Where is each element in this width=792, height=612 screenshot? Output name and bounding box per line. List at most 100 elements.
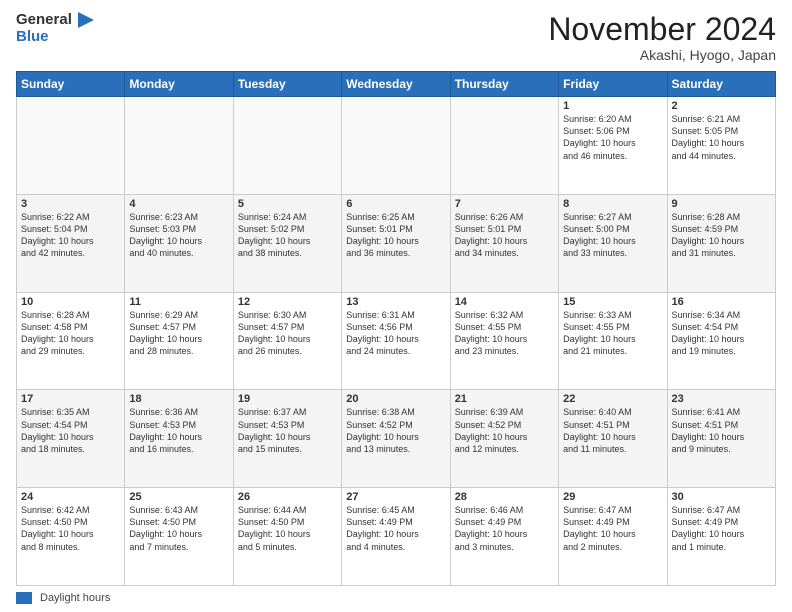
legend-label: Daylight hours bbox=[40, 592, 110, 604]
day-number: 10 bbox=[21, 296, 120, 308]
month-title: November 2024 bbox=[548, 12, 776, 47]
calendar-header-thursday: Thursday bbox=[450, 72, 558, 97]
day-number: 20 bbox=[346, 393, 445, 405]
page: General Blue November 2024 Akashi, Hyogo… bbox=[0, 0, 792, 612]
calendar-table: SundayMondayTuesdayWednesdayThursdayFrid… bbox=[16, 71, 776, 586]
day-number: 5 bbox=[238, 198, 337, 210]
day-info: Sunrise: 6:25 AM Sunset: 5:01 PM Dayligh… bbox=[346, 211, 445, 260]
calendar-cell: 21Sunrise: 6:39 AM Sunset: 4:52 PM Dayli… bbox=[450, 390, 558, 488]
day-number: 28 bbox=[455, 491, 554, 503]
day-number: 27 bbox=[346, 491, 445, 503]
day-info: Sunrise: 6:20 AM Sunset: 5:06 PM Dayligh… bbox=[563, 113, 662, 162]
day-info: Sunrise: 6:22 AM Sunset: 5:04 PM Dayligh… bbox=[21, 211, 120, 260]
day-number: 6 bbox=[346, 198, 445, 210]
calendar-cell bbox=[233, 97, 341, 195]
calendar-cell: 20Sunrise: 6:38 AM Sunset: 4:52 PM Dayli… bbox=[342, 390, 450, 488]
day-info: Sunrise: 6:40 AM Sunset: 4:51 PM Dayligh… bbox=[563, 406, 662, 455]
day-number: 12 bbox=[238, 296, 337, 308]
calendar-cell bbox=[125, 97, 233, 195]
location: Akashi, Hyogo, Japan bbox=[548, 47, 776, 63]
calendar-cell: 6Sunrise: 6:25 AM Sunset: 5:01 PM Daylig… bbox=[342, 194, 450, 292]
day-info: Sunrise: 6:35 AM Sunset: 4:54 PM Dayligh… bbox=[21, 406, 120, 455]
calendar-cell: 11Sunrise: 6:29 AM Sunset: 4:57 PM Dayli… bbox=[125, 292, 233, 390]
day-number: 16 bbox=[672, 296, 771, 308]
day-number: 30 bbox=[672, 491, 771, 503]
calendar-header-row: SundayMondayTuesdayWednesdayThursdayFrid… bbox=[17, 72, 776, 97]
day-info: Sunrise: 6:29 AM Sunset: 4:57 PM Dayligh… bbox=[129, 309, 228, 358]
day-info: Sunrise: 6:43 AM Sunset: 4:50 PM Dayligh… bbox=[129, 504, 228, 553]
calendar-cell bbox=[17, 97, 125, 195]
logo: General Blue bbox=[16, 12, 94, 45]
day-number: 17 bbox=[21, 393, 120, 405]
calendar-cell bbox=[450, 97, 558, 195]
day-info: Sunrise: 6:30 AM Sunset: 4:57 PM Dayligh… bbox=[238, 309, 337, 358]
day-info: Sunrise: 6:27 AM Sunset: 5:00 PM Dayligh… bbox=[563, 211, 662, 260]
day-info: Sunrise: 6:24 AM Sunset: 5:02 PM Dayligh… bbox=[238, 211, 337, 260]
calendar-cell: 26Sunrise: 6:44 AM Sunset: 4:50 PM Dayli… bbox=[233, 488, 341, 586]
calendar-cell: 22Sunrise: 6:40 AM Sunset: 4:51 PM Dayli… bbox=[559, 390, 667, 488]
calendar-cell: 15Sunrise: 6:33 AM Sunset: 4:55 PM Dayli… bbox=[559, 292, 667, 390]
day-number: 29 bbox=[563, 491, 662, 503]
calendar-cell: 12Sunrise: 6:30 AM Sunset: 4:57 PM Dayli… bbox=[233, 292, 341, 390]
day-info: Sunrise: 6:37 AM Sunset: 4:53 PM Dayligh… bbox=[238, 406, 337, 455]
calendar-cell: 29Sunrise: 6:47 AM Sunset: 4:49 PM Dayli… bbox=[559, 488, 667, 586]
day-number: 18 bbox=[129, 393, 228, 405]
day-number: 19 bbox=[238, 393, 337, 405]
day-number: 23 bbox=[672, 393, 771, 405]
calendar-header-monday: Monday bbox=[125, 72, 233, 97]
calendar-cell: 18Sunrise: 6:36 AM Sunset: 4:53 PM Dayli… bbox=[125, 390, 233, 488]
day-info: Sunrise: 6:36 AM Sunset: 4:53 PM Dayligh… bbox=[129, 406, 228, 455]
day-number: 14 bbox=[455, 296, 554, 308]
day-number: 13 bbox=[346, 296, 445, 308]
calendar-header-friday: Friday bbox=[559, 72, 667, 97]
calendar-cell bbox=[342, 97, 450, 195]
day-info: Sunrise: 6:21 AM Sunset: 5:05 PM Dayligh… bbox=[672, 113, 771, 162]
legend-box bbox=[16, 592, 32, 604]
calendar-cell: 24Sunrise: 6:42 AM Sunset: 4:50 PM Dayli… bbox=[17, 488, 125, 586]
day-number: 11 bbox=[129, 296, 228, 308]
calendar-cell: 9Sunrise: 6:28 AM Sunset: 4:59 PM Daylig… bbox=[667, 194, 775, 292]
calendar-cell: 7Sunrise: 6:26 AM Sunset: 5:01 PM Daylig… bbox=[450, 194, 558, 292]
calendar-cell: 10Sunrise: 6:28 AM Sunset: 4:58 PM Dayli… bbox=[17, 292, 125, 390]
calendar-week-row: 3Sunrise: 6:22 AM Sunset: 5:04 PM Daylig… bbox=[17, 194, 776, 292]
day-info: Sunrise: 6:39 AM Sunset: 4:52 PM Dayligh… bbox=[455, 406, 554, 455]
calendar-week-row: 24Sunrise: 6:42 AM Sunset: 4:50 PM Dayli… bbox=[17, 488, 776, 586]
day-info: Sunrise: 6:34 AM Sunset: 4:54 PM Dayligh… bbox=[672, 309, 771, 358]
calendar-cell: 17Sunrise: 6:35 AM Sunset: 4:54 PM Dayli… bbox=[17, 390, 125, 488]
calendar-header-saturday: Saturday bbox=[667, 72, 775, 97]
calendar-cell: 30Sunrise: 6:47 AM Sunset: 4:49 PM Dayli… bbox=[667, 488, 775, 586]
calendar-week-row: 10Sunrise: 6:28 AM Sunset: 4:58 PM Dayli… bbox=[17, 292, 776, 390]
calendar-week-row: 17Sunrise: 6:35 AM Sunset: 4:54 PM Dayli… bbox=[17, 390, 776, 488]
footer: Daylight hours bbox=[16, 592, 776, 604]
day-info: Sunrise: 6:32 AM Sunset: 4:55 PM Dayligh… bbox=[455, 309, 554, 358]
day-number: 26 bbox=[238, 491, 337, 503]
calendar-cell: 4Sunrise: 6:23 AM Sunset: 5:03 PM Daylig… bbox=[125, 194, 233, 292]
day-number: 15 bbox=[563, 296, 662, 308]
day-number: 3 bbox=[21, 198, 120, 210]
day-info: Sunrise: 6:23 AM Sunset: 5:03 PM Dayligh… bbox=[129, 211, 228, 260]
title-block: November 2024 Akashi, Hyogo, Japan bbox=[548, 12, 776, 63]
calendar-cell: 28Sunrise: 6:46 AM Sunset: 4:49 PM Dayli… bbox=[450, 488, 558, 586]
calendar-header-tuesday: Tuesday bbox=[233, 72, 341, 97]
day-info: Sunrise: 6:28 AM Sunset: 4:59 PM Dayligh… bbox=[672, 211, 771, 260]
calendar-cell: 8Sunrise: 6:27 AM Sunset: 5:00 PM Daylig… bbox=[559, 194, 667, 292]
day-info: Sunrise: 6:33 AM Sunset: 4:55 PM Dayligh… bbox=[563, 309, 662, 358]
calendar-cell: 16Sunrise: 6:34 AM Sunset: 4:54 PM Dayli… bbox=[667, 292, 775, 390]
day-number: 21 bbox=[455, 393, 554, 405]
day-number: 7 bbox=[455, 198, 554, 210]
calendar-header-wednesday: Wednesday bbox=[342, 72, 450, 97]
calendar-cell: 2Sunrise: 6:21 AM Sunset: 5:05 PM Daylig… bbox=[667, 97, 775, 195]
day-number: 25 bbox=[129, 491, 228, 503]
calendar-cell: 3Sunrise: 6:22 AM Sunset: 5:04 PM Daylig… bbox=[17, 194, 125, 292]
calendar-header-sunday: Sunday bbox=[17, 72, 125, 97]
day-info: Sunrise: 6:44 AM Sunset: 4:50 PM Dayligh… bbox=[238, 504, 337, 553]
day-info: Sunrise: 6:38 AM Sunset: 4:52 PM Dayligh… bbox=[346, 406, 445, 455]
calendar-cell: 14Sunrise: 6:32 AM Sunset: 4:55 PM Dayli… bbox=[450, 292, 558, 390]
calendar-cell: 23Sunrise: 6:41 AM Sunset: 4:51 PM Dayli… bbox=[667, 390, 775, 488]
day-info: Sunrise: 6:47 AM Sunset: 4:49 PM Dayligh… bbox=[672, 504, 771, 553]
calendar-week-row: 1Sunrise: 6:20 AM Sunset: 5:06 PM Daylig… bbox=[17, 97, 776, 195]
calendar-cell: 27Sunrise: 6:45 AM Sunset: 4:49 PM Dayli… bbox=[342, 488, 450, 586]
calendar-cell: 5Sunrise: 6:24 AM Sunset: 5:02 PM Daylig… bbox=[233, 194, 341, 292]
day-number: 1 bbox=[563, 100, 662, 112]
calendar-cell: 19Sunrise: 6:37 AM Sunset: 4:53 PM Dayli… bbox=[233, 390, 341, 488]
